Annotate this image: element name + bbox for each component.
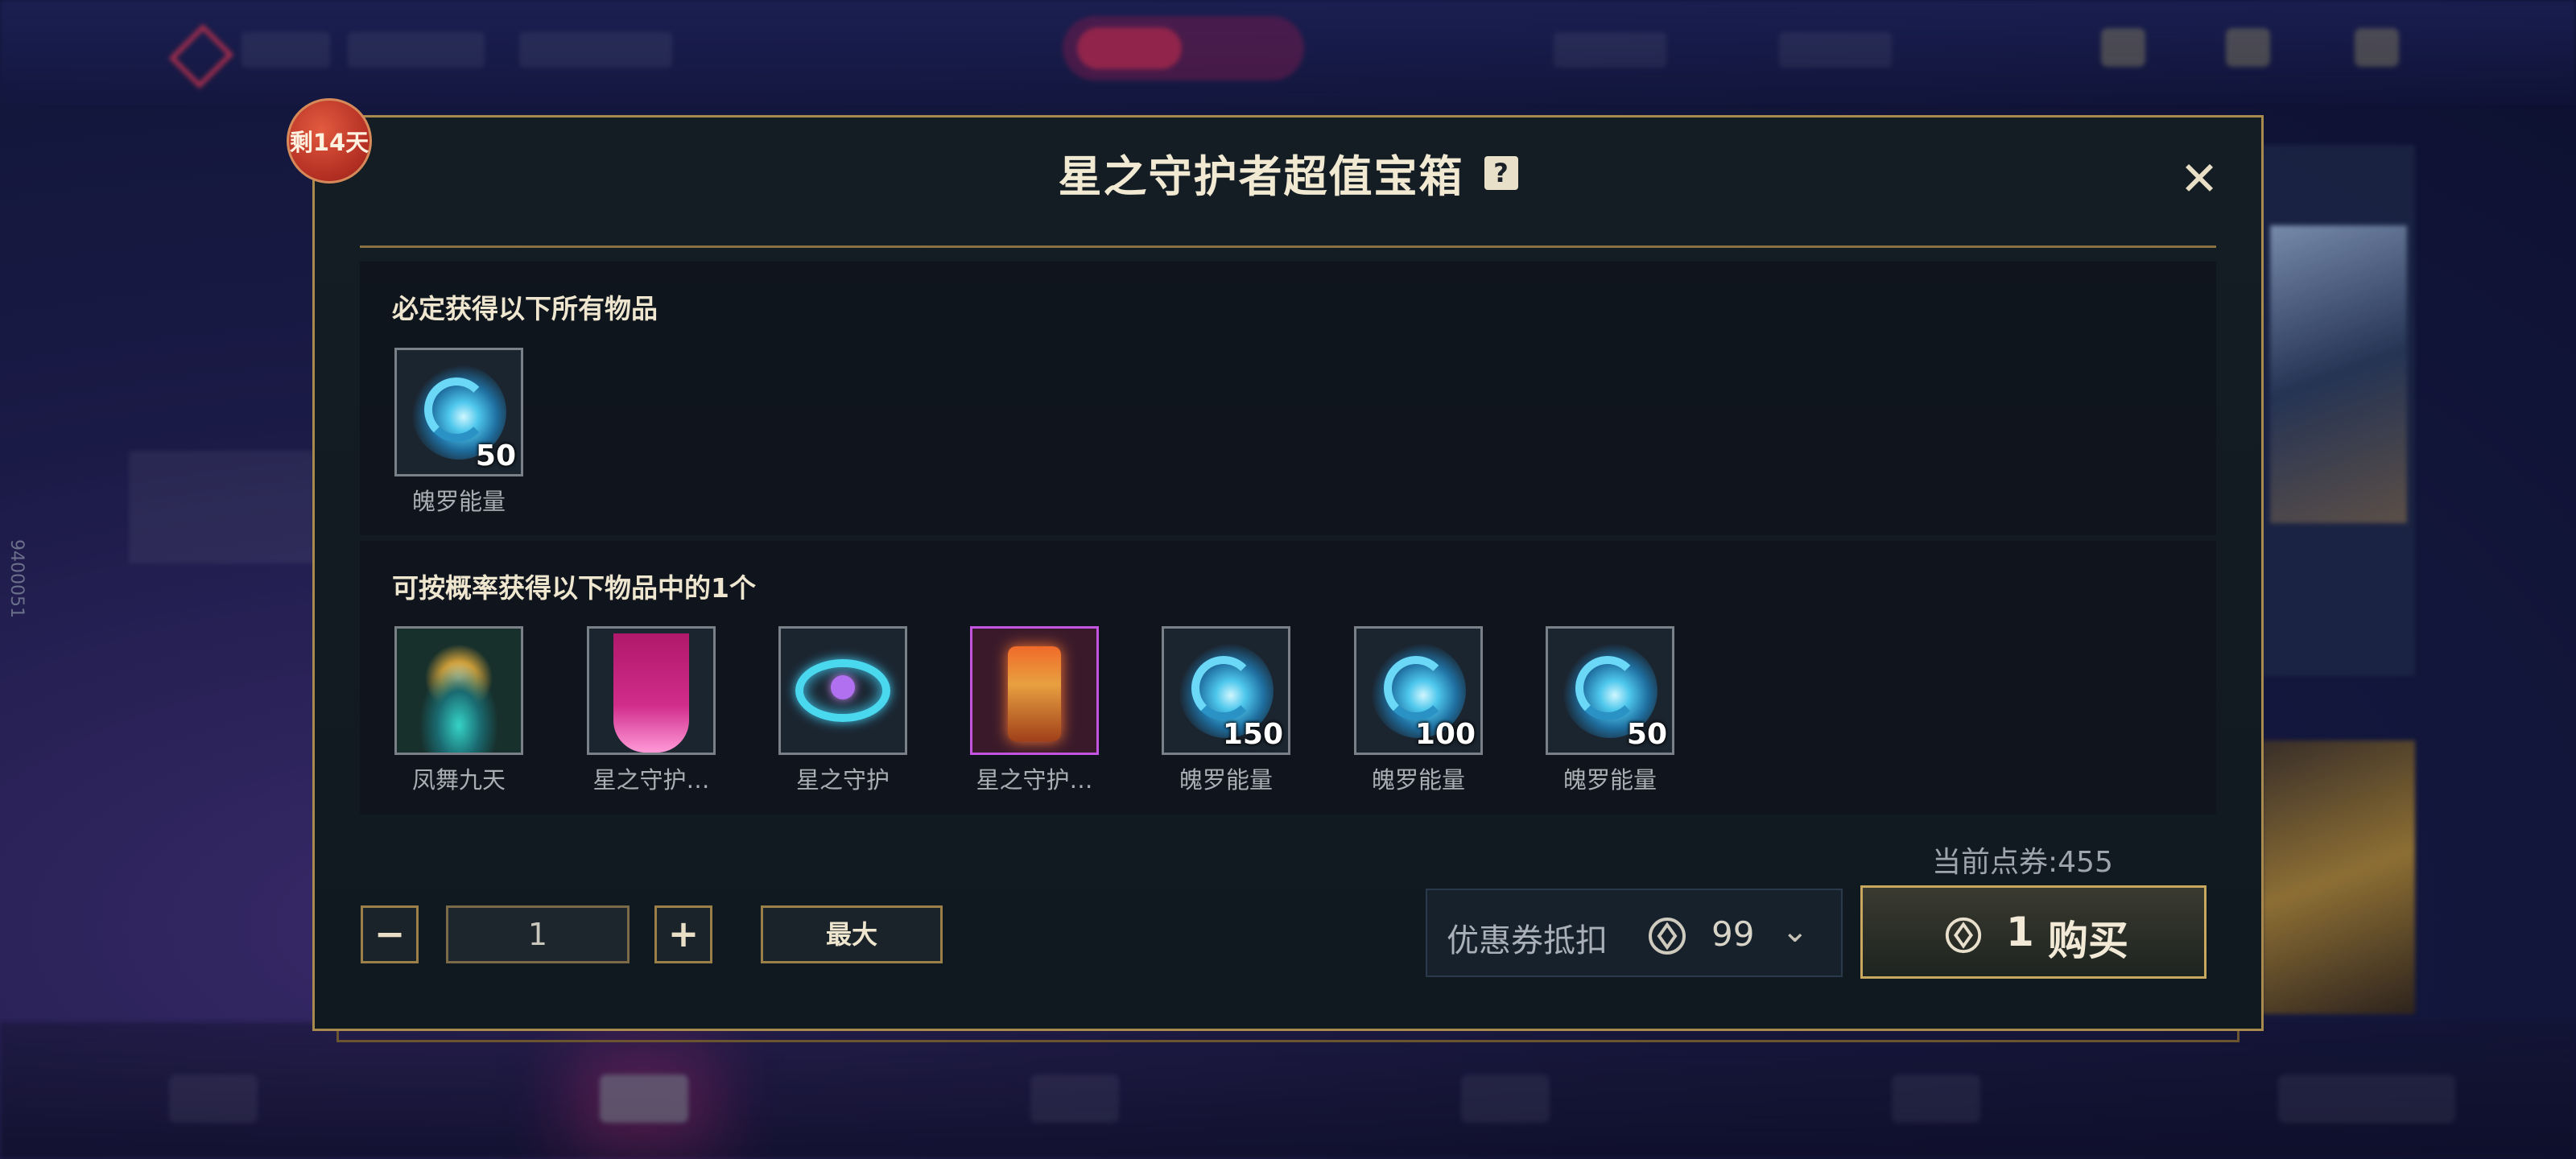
item-name: 凤舞九天 <box>411 766 506 794</box>
poro-energy-icon: 100 <box>1354 626 1483 755</box>
background-panel <box>2254 145 2415 676</box>
background-toggle <box>1063 16 1304 80</box>
dialog-title: 星之守护者超值宝箱 <box>1058 151 1464 202</box>
background-nav-tab <box>1892 1074 1980 1123</box>
background-icon <box>2226 28 2270 67</box>
buy-label: 购买 <box>2048 918 2128 964</box>
background-nav-tab <box>1461 1074 1550 1123</box>
star-guardian-lantern-icon <box>970 626 1099 755</box>
guaranteed-item[interactable]: 50 魄罗能量 <box>394 348 523 517</box>
item-quantity: 50 <box>475 439 516 472</box>
background-tag <box>1779 32 1892 68</box>
random-heading: 可按概率获得以下物品中的1个 <box>392 572 756 604</box>
currency-icon <box>1943 915 1984 959</box>
random-item[interactable]: 凤舞九天 <box>394 626 523 795</box>
random-item[interactable]: 150 魄罗能量 <box>1162 626 1290 795</box>
item-name: 星之守护 <box>795 766 890 794</box>
item-name: 星之守护… <box>976 766 1093 794</box>
item-name: 魄罗能量 <box>1179 766 1273 794</box>
background-nav-tab <box>600 1074 688 1123</box>
coupon-currency-icon <box>1646 915 1688 960</box>
buy-price: 1 <box>2006 909 2034 955</box>
background-bottom-nav <box>0 1022 2576 1159</box>
increase-quantity-button[interactable]: + <box>654 905 712 963</box>
item-quantity: 100 <box>1414 718 1476 751</box>
current-balance: 当前点券:455 <box>1932 846 2113 879</box>
background-nav-tab <box>1030 1074 1119 1123</box>
background-panel <box>2262 740 2415 1014</box>
item-name: 魄罗能量 <box>1371 766 1465 794</box>
coupon-label: 优惠券抵扣 <box>1447 922 1608 959</box>
background-icon <box>2101 28 2145 67</box>
close-icon[interactable]: ✕ <box>2178 155 2221 202</box>
random-section: 可按概率获得以下物品中的1个 凤舞九天 星之守护… 星之守护 星之守护… 150… <box>360 541 2216 815</box>
poro-energy-icon: 50 <box>394 348 523 476</box>
item-quantity: 150 <box>1222 718 1283 751</box>
background-card <box>129 451 314 563</box>
item-name: 魄罗能量 <box>1563 766 1657 794</box>
days-left-badge: 剩14天 <box>287 98 372 184</box>
random-item[interactable]: 星之守护… <box>587 626 716 795</box>
buy-button[interactable]: 1 购买 <box>1860 885 2207 979</box>
decrease-quantity-button[interactable]: − <box>361 905 419 963</box>
item-name: 星之守护… <box>592 766 710 794</box>
background-tag <box>242 32 330 68</box>
background-nav-tab <box>2278 1074 2455 1123</box>
star-guardian-ring-icon <box>778 626 907 755</box>
item-quantity: 50 <box>1626 718 1667 751</box>
random-item[interactable]: 100 魄罗能量 <box>1354 626 1483 795</box>
guaranteed-section: 必定获得以下所有物品 50 魄罗能量 <box>360 262 2216 535</box>
guaranteed-heading: 必定获得以下所有物品 <box>392 293 658 324</box>
random-item[interactable]: 50 魄罗能量 <box>1546 626 1674 795</box>
help-icon[interactable]: ? <box>1484 155 1518 190</box>
random-item[interactable]: 星之守护… <box>970 626 1099 795</box>
max-quantity-button[interactable]: 最大 <box>761 905 943 963</box>
coupon-value: 99 <box>1711 914 1755 954</box>
background-tag <box>348 32 485 68</box>
quantity-input[interactable]: 1 <box>446 905 630 963</box>
poro-energy-icon: 150 <box>1162 626 1290 755</box>
coupon-selector[interactable]: 优惠券抵扣 99 ⌄ <box>1426 889 1843 977</box>
header-divider <box>360 245 2216 248</box>
background-tag <box>1554 32 1666 68</box>
background-tag <box>519 32 672 68</box>
star-guardian-banner-icon <box>587 626 716 755</box>
item-name: 魄罗能量 <box>411 488 506 515</box>
background-icon <box>2355 28 2399 67</box>
side-code: 9400051 <box>6 539 27 618</box>
poro-energy-icon: 50 <box>1546 626 1674 755</box>
modal-bottom-edge <box>336 1031 2240 1042</box>
background-nav-tab <box>169 1074 258 1123</box>
phoenix-effect-icon <box>394 626 523 755</box>
random-item[interactable]: 星之守护 <box>778 626 907 795</box>
chevron-down-icon: ⌄ <box>1781 913 1809 950</box>
